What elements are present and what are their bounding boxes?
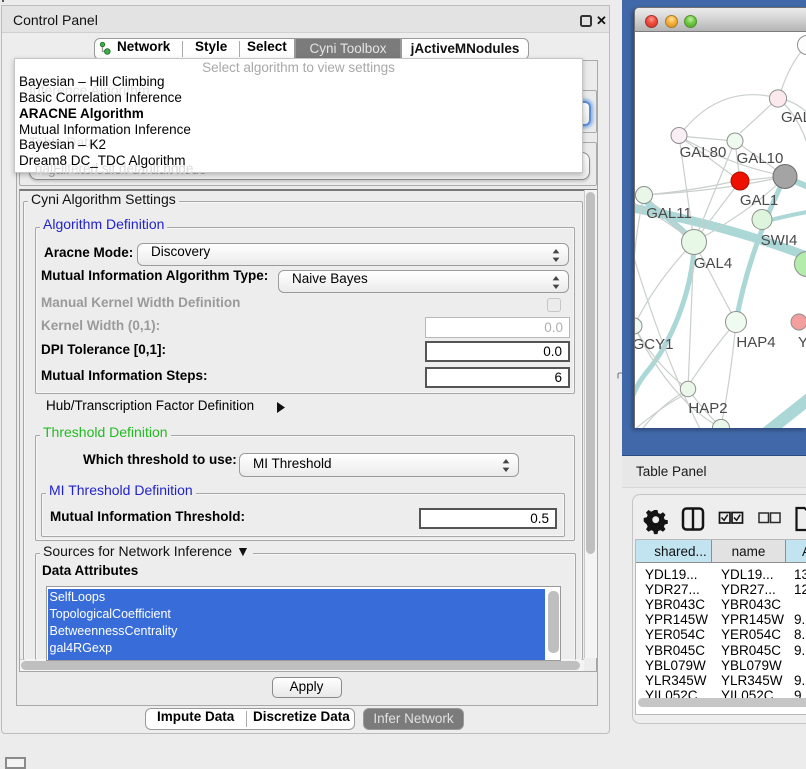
svg-text:SWI4: SWI4 (761, 232, 798, 249)
svg-text:GAL1: GAL1 (740, 192, 778, 209)
svg-text:HAP2: HAP2 (688, 400, 727, 417)
svg-text:GAL10: GAL10 (737, 150, 784, 167)
svg-text:Y: Y (798, 334, 806, 351)
svg-text:GAL2: GAL2 (781, 109, 806, 126)
svg-text:GCY1: GCY1 (635, 336, 673, 353)
svg-text:HAP4: HAP4 (736, 334, 775, 351)
svg-text:GAL80: GAL80 (680, 144, 727, 161)
svg-text:GAL11: GAL11 (646, 205, 692, 222)
svg-text:GAL4: GAL4 (694, 255, 732, 272)
